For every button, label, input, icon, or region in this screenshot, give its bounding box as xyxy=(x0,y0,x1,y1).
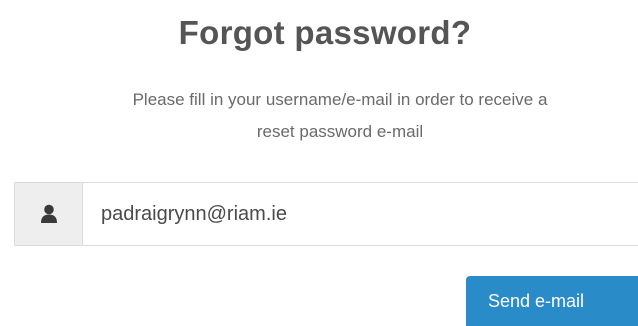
instructions-line-1: Please fill in your username/e-mail in o… xyxy=(132,90,548,109)
username-input-group xyxy=(14,182,638,246)
user-icon xyxy=(15,183,83,245)
username-email-input[interactable] xyxy=(83,183,638,245)
send-email-button[interactable]: Send e-mail xyxy=(466,276,638,326)
instructions-text: Please fill in your username/e-mail in o… xyxy=(10,84,638,148)
page-title: Forgot password? xyxy=(178,14,472,51)
instructions-line-2: reset password e-mail xyxy=(256,122,424,141)
